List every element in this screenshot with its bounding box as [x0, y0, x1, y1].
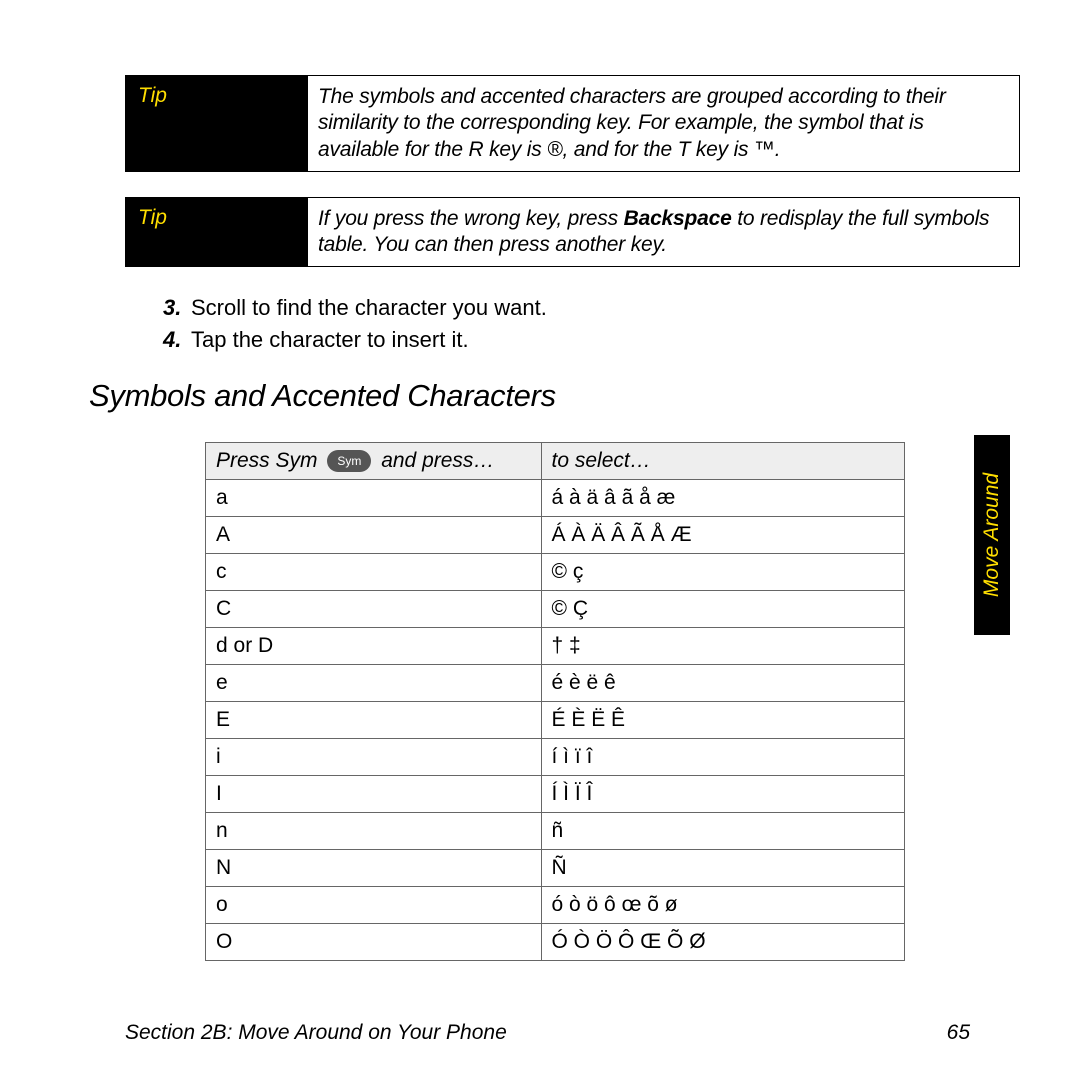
- key-cell: A: [206, 517, 542, 554]
- key-cell: N: [206, 850, 542, 887]
- key-cell: d or D: [206, 628, 542, 665]
- manual-page: Tip The symbols and accented characters …: [0, 0, 1080, 1080]
- footer-section-title: Section 2B: Move Around on Your Phone: [125, 1021, 507, 1045]
- instruction-steps: 3. Scroll to find the character you want…: [163, 292, 1020, 356]
- step-3: 3. Scroll to find the character you want…: [163, 292, 1020, 324]
- tip-text: The symbols and accented characters are …: [308, 76, 1019, 171]
- value-cell: † ‡: [541, 628, 904, 665]
- key-cell: C: [206, 591, 542, 628]
- value-cell: ó ò ö ô œ õ ø: [541, 887, 904, 924]
- value-cell: Í Ì Ï Î: [541, 776, 904, 813]
- step-text: Tap the character to insert it.: [191, 324, 469, 356]
- value-cell: é è ë ê: [541, 665, 904, 702]
- value-cell: ñ: [541, 813, 904, 850]
- column-header-key: Press Sym Sym and press…: [206, 443, 542, 480]
- tip-text: If you press the wrong key, press Backsp…: [308, 198, 1019, 267]
- value-cell: © ç: [541, 554, 904, 591]
- page-footer: Section 2B: Move Around on Your Phone 65: [125, 1021, 970, 1045]
- section-thumb-label: Move Around: [980, 473, 1004, 597]
- table-row: NÑ: [206, 850, 905, 887]
- step-number: 3.: [163, 292, 191, 324]
- key-cell: a: [206, 480, 542, 517]
- tip-text-before: If you press the wrong key, press: [318, 207, 624, 230]
- table-row: C© Ç: [206, 591, 905, 628]
- table-row: eé è ë ê: [206, 665, 905, 702]
- value-cell: Ñ: [541, 850, 904, 887]
- value-cell: á à ä â ã å æ: [541, 480, 904, 517]
- key-cell: E: [206, 702, 542, 739]
- page-number: 65: [947, 1021, 970, 1045]
- value-cell: Á À Ä Â Ã Å Æ: [541, 517, 904, 554]
- table-header-row: Press Sym Sym and press… to select…: [206, 443, 905, 480]
- table-row: ií ì ï î: [206, 739, 905, 776]
- key-cell: e: [206, 665, 542, 702]
- sym-key-icon: Sym: [327, 450, 371, 472]
- table-row: aá à ä â ã å æ: [206, 480, 905, 517]
- column-header-select: to select…: [541, 443, 904, 480]
- table-row: c© ç: [206, 554, 905, 591]
- symbols-table: Press Sym Sym and press… to select… aá à…: [205, 442, 905, 961]
- table-row: OÓ Ò Ö Ô Œ Õ Ø: [206, 924, 905, 961]
- table-row: d or D† ‡: [206, 628, 905, 665]
- tip-text-bold: Backspace: [624, 207, 732, 230]
- table-row: IÍ Ì Ï Î: [206, 776, 905, 813]
- value-cell: É È Ë Ê: [541, 702, 904, 739]
- value-cell: í ì ï î: [541, 739, 904, 776]
- table-row: oó ò ö ô œ õ ø: [206, 887, 905, 924]
- tip-label: Tip: [126, 198, 308, 267]
- key-cell: O: [206, 924, 542, 961]
- key-cell: o: [206, 887, 542, 924]
- section-thumb-tab: Move Around: [974, 435, 1010, 635]
- table-row: nñ: [206, 813, 905, 850]
- header-text-pre: Press Sym: [216, 449, 323, 472]
- step-text: Scroll to find the character you want.: [191, 292, 547, 324]
- key-cell: I: [206, 776, 542, 813]
- value-cell: © Ç: [541, 591, 904, 628]
- table-row: EÉ È Ë Ê: [206, 702, 905, 739]
- table-row: AÁ À Ä Â Ã Å Æ: [206, 517, 905, 554]
- step-number: 4.: [163, 324, 191, 356]
- value-cell: Ó Ò Ö Ô Œ Õ Ø: [541, 924, 904, 961]
- step-4: 4. Tap the character to insert it.: [163, 324, 1020, 356]
- tip-box-2: Tip If you press the wrong key, press Ba…: [125, 197, 1020, 268]
- key-cell: c: [206, 554, 542, 591]
- tip-label: Tip: [126, 76, 308, 171]
- tip-box-1: Tip The symbols and accented characters …: [125, 75, 1020, 172]
- key-cell: n: [206, 813, 542, 850]
- section-title: Symbols and Accented Characters: [89, 378, 1020, 414]
- key-cell: i: [206, 739, 542, 776]
- header-text-post: and press…: [375, 449, 494, 472]
